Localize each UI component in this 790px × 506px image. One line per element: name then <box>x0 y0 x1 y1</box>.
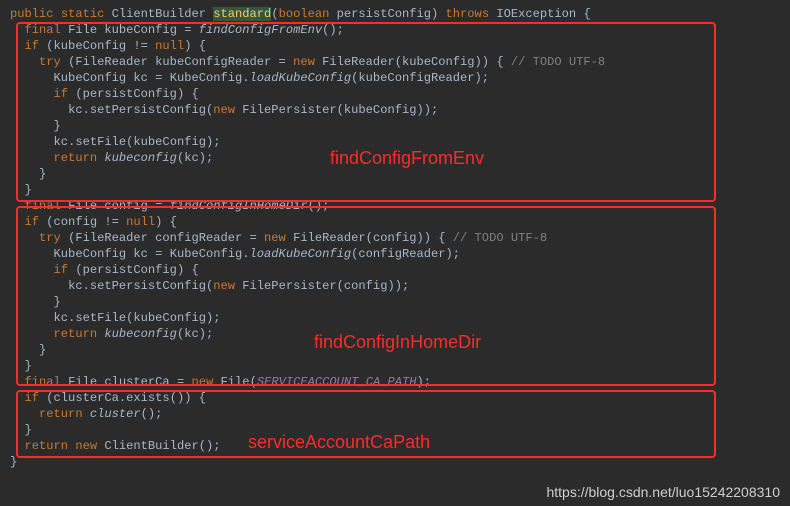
var-ca: clusterCa <box>104 375 169 389</box>
param-kw: boolean <box>279 7 330 21</box>
watermark: https://blog.csdn.net/luo15242208310 <box>546 484 780 500</box>
exc-type: IOException <box>496 7 576 21</box>
var-kube: kubeConfig <box>104 23 177 37</box>
kw-static: static <box>61 7 105 21</box>
fn-home: findConfigInHomeDir <box>170 199 308 213</box>
kw-throws: throws <box>446 7 490 21</box>
const-capath: SERVICEACCOUNT_CA_PATH <box>257 375 417 389</box>
method-name: standard <box>213 7 271 21</box>
comment-todo: // TODO UTF-8 <box>511 55 605 69</box>
kw-public: public <box>10 7 54 21</box>
code-block: public static ClientBuilder standard(boo… <box>10 6 780 470</box>
type-file: File <box>68 23 97 37</box>
kw-if: if <box>25 39 40 53</box>
param-name: persistConfig <box>337 7 431 21</box>
fn-env: findConfigFromEnv <box>199 23 322 37</box>
kw-final: final <box>25 23 61 37</box>
return-type: ClientBuilder <box>112 7 206 21</box>
fn-cluster: cluster <box>90 407 141 421</box>
